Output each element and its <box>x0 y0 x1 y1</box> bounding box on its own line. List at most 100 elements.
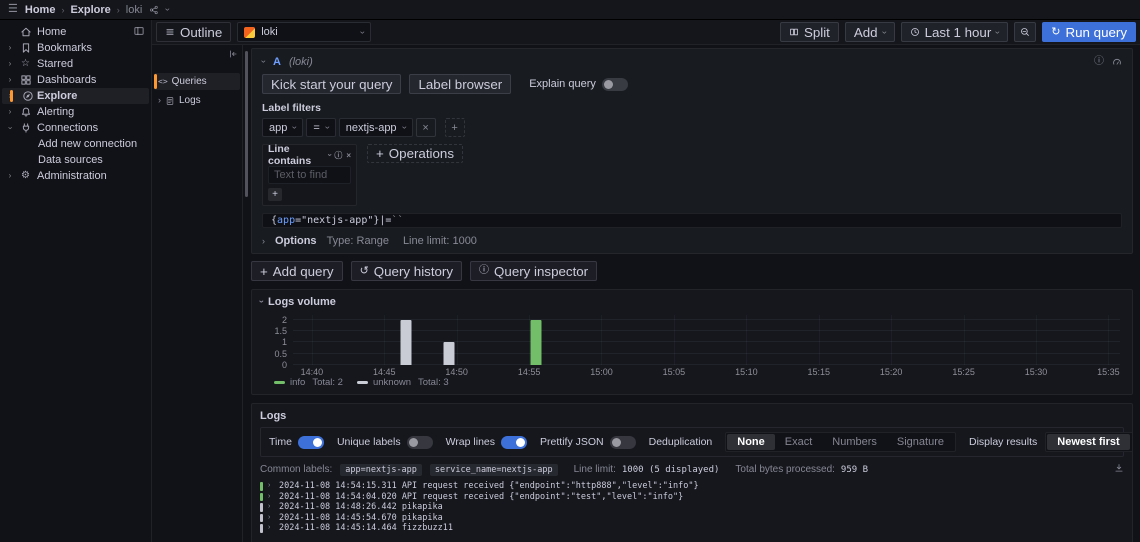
chart-bar-unknown[interactable] <box>444 342 455 365</box>
log-row[interactable]: ›2024-11-08 14:45:54.670 pikapika <box>260 513 1124 524</box>
collapse-query-icon[interactable]: › <box>259 60 268 63</box>
sidebar-item-data-sources[interactable]: Data sources <box>0 152 151 168</box>
log-row[interactable]: ›2024-11-08 14:48:26.442 pikapika <box>260 502 1124 513</box>
outline-item-logs[interactable]: › Logs <box>154 92 240 109</box>
remove-filter-button[interactable]: × <box>416 118 436 137</box>
display-option-newest-first[interactable]: Newest first <box>1047 434 1129 450</box>
query-preview[interactable]: {app="nextjs-app"} |= `` <box>262 213 1122 228</box>
filter-label-select[interactable]: app› <box>262 118 303 137</box>
query-inspector-button[interactable]: ⓘ Query inspector <box>470 261 597 281</box>
chevron-right-icon[interactable]: › <box>6 44 14 52</box>
operation-info-icon[interactable]: ⓘ <box>334 150 342 161</box>
sidebar-item-dashboards[interactable]: › Dashboards <box>0 72 151 88</box>
chevron-down-icon[interactable]: › <box>163 8 172 11</box>
log-level-indicator <box>260 493 263 502</box>
x-axis-tick-label: 14:55 <box>518 367 541 377</box>
display-option-oldest-first[interactable]: Oldest first <box>1130 434 1133 450</box>
chart-bar-unknown[interactable] <box>400 320 411 365</box>
log-line-text: 2024-11-08 14:45:14.464 fizzbuzz11 <box>279 523 453 534</box>
expand-log-row-icon[interactable]: › <box>268 513 274 524</box>
datasource-picker[interactable]: loki › <box>237 22 371 42</box>
outline-toggle-button[interactable]: Outline <box>156 22 231 42</box>
chevron-right-icon[interactable]: › <box>6 60 14 68</box>
prettify-json-toggle[interactable] <box>610 436 636 449</box>
breadcrumb-home[interactable]: Home <box>25 4 56 16</box>
legend-item-info[interactable]: infoTotal: 2 <box>274 377 343 388</box>
run-query-button[interactable]: ↻ Run query <box>1042 22 1136 42</box>
filter-operator-select[interactable]: =› <box>306 118 335 137</box>
add-operation-value-button[interactable]: + <box>268 188 282 201</box>
dedup-option-numbers[interactable]: Numbers <box>822 434 887 450</box>
line-contains-input[interactable]: Text to find <box>268 166 351 184</box>
sidebar-item-explore[interactable]: › Explore <box>2 88 149 104</box>
common-label-badge: app=nextjs-app <box>340 464 422 476</box>
query-info-icon[interactable]: ⓘ <box>1094 57 1104 67</box>
time-toggle[interactable] <box>298 436 324 449</box>
query-stats-gauge-icon[interactable] <box>1112 57 1122 67</box>
collapse-logs-volume-icon[interactable]: › <box>257 300 266 303</box>
gridline-v <box>674 315 675 365</box>
deduplication-radio-group: None Exact Numbers Signature <box>725 432 956 452</box>
remove-operation-icon[interactable]: × <box>346 151 351 160</box>
gridline-v <box>457 315 458 365</box>
legend-series-name: unknown <box>373 377 411 388</box>
unique-labels-toggle[interactable] <box>407 436 433 449</box>
chevron-right-icon[interactable]: › <box>6 92 14 100</box>
filter-value-select[interactable]: nextjs-app› <box>339 118 413 137</box>
hamburger-menu-icon[interactable]: ☰ <box>8 4 18 15</box>
legend-item-unknown[interactable]: unknownTotal: 3 <box>357 377 449 388</box>
gridline-v <box>1036 315 1037 365</box>
dedup-option-signature[interactable]: Signature <box>887 434 954 450</box>
query-editor-card: › A (loki) ⓘ Kick start your query Label… <box>251 48 1133 254</box>
chevron-right-icon[interactable]: › <box>6 172 14 180</box>
add-dropdown-button[interactable]: Add › <box>845 22 895 42</box>
explain-query-toggle[interactable] <box>602 78 628 91</box>
chevron-down-icon[interactable]: › <box>325 154 333 157</box>
pane-resize-handle[interactable] <box>245 51 248 197</box>
download-logs-icon[interactable] <box>1114 463 1124 476</box>
expand-log-row-icon[interactable]: › <box>268 502 274 513</box>
query-history-button[interactable]: ↺ Query history <box>351 261 462 281</box>
expand-log-row-icon[interactable]: › <box>268 481 274 492</box>
add-filter-button[interactable]: + <box>445 118 465 137</box>
chevron-down-icon[interactable]: › <box>6 124 14 132</box>
time-range-picker[interactable]: Last 1 hour › <box>901 22 1009 42</box>
expand-log-row-icon[interactable]: › <box>268 492 274 503</box>
chevron-right-icon[interactable]: › <box>158 96 161 105</box>
add-query-button[interactable]: + Add query <box>251 261 343 281</box>
chevron-right-icon[interactable]: › <box>6 76 14 84</box>
split-button[interactable]: Split <box>780 22 839 42</box>
log-row[interactable]: ›2024-11-08 14:54:15.311 API request rec… <box>260 481 1124 492</box>
sidebar-item-alerting[interactable]: › Alerting <box>0 104 151 120</box>
query-options-row[interactable]: › Options Type: Range Line limit: 1000 <box>262 234 1122 248</box>
breadcrumb-explore[interactable]: Explore <box>70 4 110 16</box>
add-operations-button[interactable]: + Operations <box>367 144 463 163</box>
zoom-out-time-button[interactable] <box>1014 22 1036 42</box>
sidebar-item-administration[interactable]: › ⚙ Administration <box>0 168 151 184</box>
log-row[interactable]: › 2024-11-08 14:45:14.464 fizzbuzz11 <box>260 523 1124 534</box>
chevron-right-icon[interactable]: › <box>6 108 14 116</box>
share-icon[interactable] <box>149 5 159 15</box>
sidebar-item-starred[interactable]: › ☆ Starred <box>0 56 151 72</box>
dock-panel-icon[interactable] <box>133 25 145 40</box>
expand-log-row-icon[interactable]: › <box>268 523 274 534</box>
sidebar-item-bookmarks[interactable]: › Bookmarks <box>0 40 151 56</box>
sidebar-item-add-new-connection[interactable]: Add new connection <box>0 136 151 152</box>
kick-start-query-button[interactable]: Kick start your query <box>262 74 401 94</box>
outline-item-queries[interactable]: <> Queries <box>154 73 240 90</box>
y-axis-tick-label: 0.5 <box>274 349 287 359</box>
sidebar-item-connections[interactable]: › Connections <box>0 120 151 136</box>
chart-bar-info[interactable] <box>531 320 542 365</box>
line-limit-label: Line limit: <box>574 464 616 475</box>
dedup-option-none[interactable]: None <box>727 434 775 450</box>
logs-volume-chart[interactable]: 00.511.5214:4014:4514:5014:5515:0015:051… <box>260 313 1124 389</box>
label-browser-button[interactable]: Label browser <box>409 74 511 94</box>
log-rows-list: ›2024-11-08 14:54:15.311 API request rec… <box>260 481 1124 534</box>
log-row[interactable]: ›2024-11-08 14:54:04.020 API request rec… <box>260 492 1124 503</box>
sidebar-item-home[interactable]: Home <box>0 24 151 40</box>
wrap-lines-toggle[interactable] <box>501 436 527 449</box>
y-axis-tick-label: 1 <box>282 337 287 347</box>
dedup-option-exact[interactable]: Exact <box>775 434 823 450</box>
breadcrumb-loki[interactable]: loki <box>126 4 143 16</box>
collapse-outline-icon[interactable] <box>228 49 238 62</box>
